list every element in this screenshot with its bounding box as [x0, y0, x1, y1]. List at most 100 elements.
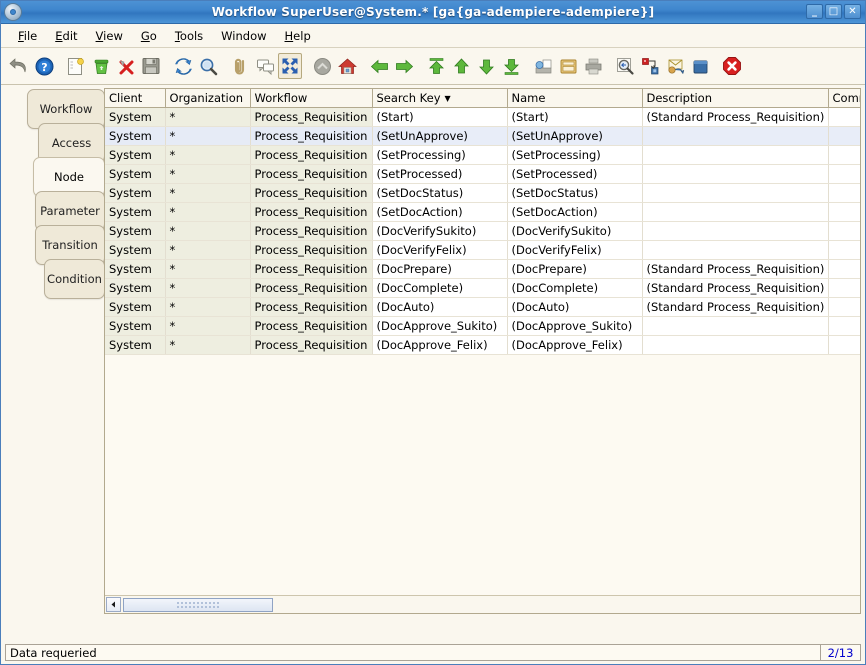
cell-comm[interactable]	[828, 316, 860, 336]
table-row[interactable]: System * Process_Requisition (SetProcessed)…	[105, 164, 860, 184]
cell-comm[interactable]	[828, 164, 860, 184]
cell-description[interactable]	[642, 126, 829, 146]
cell-name[interactable]: (SetProcessing)	[507, 145, 643, 165]
table-row[interactable]: System * Process_Requisition (DocAuto) (DocA…	[105, 297, 860, 317]
title-bar[interactable]: Workflow SuperUser@System.* [ga{ga-ademp…	[1, 1, 865, 24]
cell-name[interactable]: (DocVerifyFelix)	[507, 240, 643, 260]
cell-name[interactable]: (SetDocAction)	[507, 202, 643, 222]
save-icon[interactable]	[139, 53, 163, 79]
table-row[interactable]: System * Process_Requisition (SetProcessing…	[105, 145, 860, 165]
request-icon[interactable]	[663, 53, 687, 79]
refresh-icon[interactable]	[171, 53, 195, 79]
first-record-icon[interactable]	[424, 53, 448, 79]
table-row[interactable]: System * Process_Requisition (DocApprove_Fe…	[105, 335, 860, 355]
cell-name[interactable]: (DocApprove_Sukito)	[507, 316, 643, 336]
table-row[interactable]: System * Process_Requisition (DocPrepare) (D…	[105, 259, 860, 279]
cell-name[interactable]: (DocVerifySukito)	[507, 221, 643, 241]
cell-search-key[interactable]: (DocVerifyFelix)	[372, 240, 508, 260]
back-icon[interactable]	[367, 53, 391, 79]
cell-description[interactable]	[642, 316, 829, 336]
cell-name[interactable]: (DocComplete)	[507, 278, 643, 298]
table-row[interactable]: System * Process_Requisition (DocVerifySuki…	[105, 221, 860, 241]
cell-comm[interactable]	[828, 145, 860, 165]
active-workflow-icon[interactable]	[638, 53, 662, 79]
menu-edit[interactable]: Edit	[46, 27, 86, 45]
cell-search-key[interactable]: (DocApprove_Felix)	[372, 335, 508, 355]
table-row[interactable]: System * Process_Requisition (DocComplete)(…	[105, 278, 860, 298]
cell-description[interactable]	[642, 240, 829, 260]
cell-search-key[interactable]: (DocPrepare)	[372, 259, 508, 279]
delete-selection-icon[interactable]	[114, 53, 138, 79]
cell-search-key[interactable]: (DocComplete)	[372, 278, 508, 298]
column-header-comm[interactable]: Comm	[828, 89, 860, 108]
cell-description[interactable]: (Standard Process_Requisition)	[642, 297, 829, 317]
cell-search-key[interactable]: (SetDocAction)	[372, 202, 508, 222]
cell-search-key[interactable]: (DocApprove_Sukito)	[372, 316, 508, 336]
column-header-name[interactable]: Name	[507, 89, 643, 108]
cell-description[interactable]	[642, 164, 829, 184]
cell-description[interactable]: (Standard Process_Requisition)	[642, 107, 829, 127]
attachment-icon[interactable]	[228, 53, 252, 79]
cell-search-key[interactable]: (SetProcessing)	[372, 145, 508, 165]
menu-file[interactable]: File	[9, 27, 46, 45]
find-icon[interactable]	[196, 53, 220, 79]
column-header-client[interactable]: Client	[105, 89, 166, 108]
table-row[interactable]: System * Process_Requisition (Start) (Start)…	[105, 107, 860, 127]
print-icon[interactable]	[581, 53, 605, 79]
archive-icon[interactable]	[310, 53, 334, 79]
cell-search-key[interactable]: (SetProcessed)	[372, 164, 508, 184]
scroll-left-button[interactable]	[106, 597, 121, 612]
table-row[interactable]: System * Process_Requisition (SetDocAction)…	[105, 202, 860, 222]
cell-name[interactable]: (DocApprove_Felix)	[507, 335, 643, 355]
tab-condition[interactable]: Condition	[44, 259, 105, 299]
grid-scroll-area[interactable]: Client Organization Workflow Search Key ▼ Nam…	[105, 89, 860, 595]
cell-description[interactable]	[642, 221, 829, 241]
cell-comm[interactable]	[828, 297, 860, 317]
cell-comm[interactable]	[828, 126, 860, 146]
product-info-icon[interactable]	[688, 53, 712, 79]
report-icon[interactable]	[556, 53, 580, 79]
table-row[interactable]: System * Process_Requisition (SetUnApprove)…	[105, 126, 860, 146]
cell-comm[interactable]	[828, 240, 860, 260]
cell-comm[interactable]	[828, 278, 860, 298]
menu-window[interactable]: Window	[212, 27, 275, 45]
minimize-button[interactable]: _	[806, 4, 823, 19]
home-icon[interactable]	[335, 53, 359, 79]
cell-description[interactable]	[642, 335, 829, 355]
table-row[interactable]: System * Process_Requisition (DocApprove_Su…	[105, 316, 860, 336]
delete-record-icon[interactable]	[89, 53, 113, 79]
cell-search-key[interactable]: (SetDocStatus)	[372, 183, 508, 203]
menu-go[interactable]: Go	[132, 27, 166, 45]
cell-comm[interactable]	[828, 202, 860, 222]
cell-comm[interactable]	[828, 335, 860, 355]
zoom-across-icon[interactable]	[278, 53, 302, 79]
next-record-icon[interactable]	[474, 53, 498, 79]
cell-name[interactable]: (SetUnApprove)	[507, 126, 643, 146]
cell-comm[interactable]	[828, 183, 860, 203]
menu-help[interactable]: Help	[276, 27, 320, 45]
cell-description[interactable]	[642, 145, 829, 165]
column-header-search-key[interactable]: Search Key ▼	[372, 89, 508, 108]
cell-description[interactable]: (Standard Process_Requisition)	[642, 259, 829, 279]
cell-search-key[interactable]: (DocAuto)	[372, 297, 508, 317]
menu-tools[interactable]: Tools	[166, 27, 212, 45]
cell-comm[interactable]	[828, 107, 860, 127]
cell-description[interactable]: (Standard Process_Requisition)	[642, 278, 829, 298]
cell-name[interactable]: (DocAuto)	[507, 297, 643, 317]
cell-description[interactable]	[642, 202, 829, 222]
column-header-workflow[interactable]: Workflow	[250, 89, 373, 108]
cell-name[interactable]: (SetProcessed)	[507, 164, 643, 184]
horizontal-scrollbar[interactable]	[105, 595, 860, 613]
last-record-icon[interactable]	[499, 53, 523, 79]
table-row[interactable]: System * Process_Requisition (SetDocStatus)…	[105, 183, 860, 203]
cell-search-key[interactable]: (DocVerifySukito)	[372, 221, 508, 241]
cell-description[interactable]	[642, 183, 829, 203]
cell-search-key[interactable]: (Start)	[372, 107, 508, 127]
cell-comm[interactable]	[828, 259, 860, 279]
cell-name[interactable]: (SetDocStatus)	[507, 183, 643, 203]
column-header-organization[interactable]: Organization	[165, 89, 251, 108]
menu-view[interactable]: View	[87, 27, 132, 45]
help-icon[interactable]: ?	[32, 53, 56, 79]
new-record-icon[interactable]	[64, 53, 88, 79]
column-header-description[interactable]: Description	[642, 89, 829, 108]
